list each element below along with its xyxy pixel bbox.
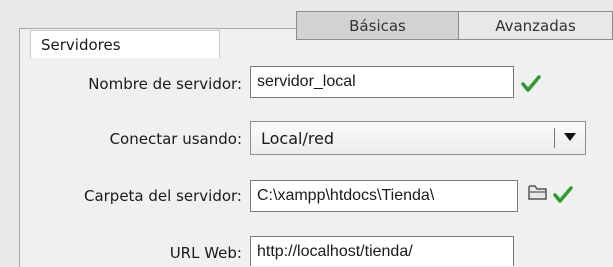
server-folder-value: C:\xampp\htdocs\Tienda\ (257, 187, 435, 204)
web-url-input[interactable]: http://localhost/tienda/ (250, 236, 514, 266)
dropdown-arrow-icon[interactable] (564, 132, 576, 142)
tab-avanzadas[interactable]: Avanzadas (459, 11, 613, 40)
tab-basicas[interactable]: Básicas (296, 11, 459, 40)
server-folder-input[interactable]: C:\xampp\htdocs\Tienda\ (250, 180, 518, 212)
connect-using-value: Local/red (261, 128, 335, 148)
connect-using-select[interactable]: Local/red (250, 121, 586, 155)
server-folder-label: Carpeta del servidor: (83, 187, 242, 205)
folder-icon[interactable] (528, 183, 548, 201)
check-icon (553, 186, 573, 203)
check-icon (521, 75, 541, 92)
web-url-label: URL Web: (169, 244, 242, 262)
web-url-value: http://localhost/tienda/ (257, 242, 413, 260)
tab-servidores[interactable]: Servidores (30, 30, 220, 58)
tab-servidores-label: Servidores (41, 35, 121, 54)
server-name-label: Nombre de servidor: (88, 75, 242, 93)
server-name-value: servidor_local (257, 73, 356, 90)
server-name-input[interactable]: servidor_local (250, 66, 514, 98)
select-divider (554, 128, 555, 148)
connect-using-label: Conectar usando: (109, 130, 242, 148)
